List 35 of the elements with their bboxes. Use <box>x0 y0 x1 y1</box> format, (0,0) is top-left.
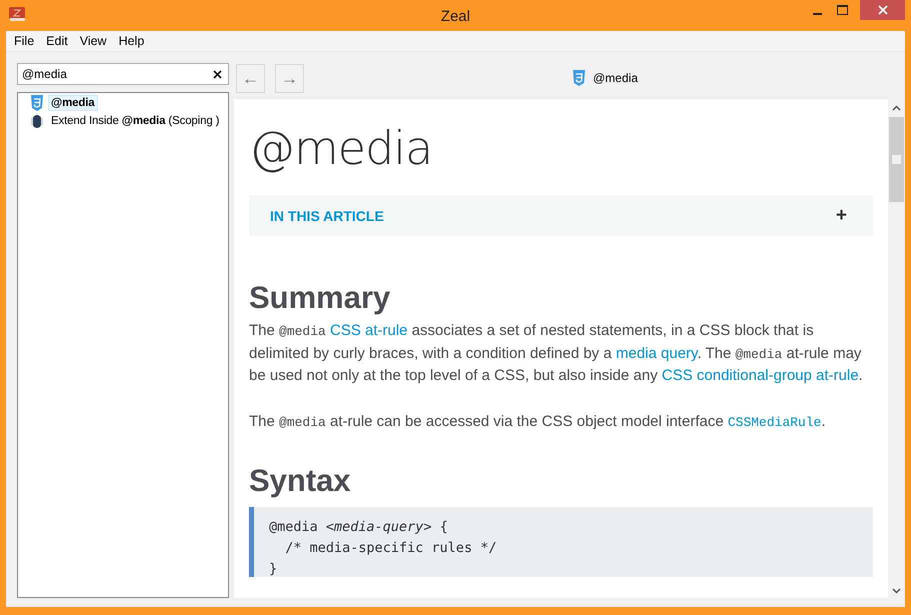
code-line: /* media-specific rules */ <box>284 539 498 558</box>
scroll-thumb[interactable] <box>889 117 904 202</box>
search-field[interactable]: @media <box>17 63 229 85</box>
menu-item[interactable]: Edit <box>40 34 74 48</box>
section-heading: Summary <box>249 280 392 316</box>
window-title: Zeal <box>440 8 472 25</box>
maximize-icon <box>837 5 849 15</box>
paragraph: The @media CSS at-rule associates a set of nested statements, in a CSS block that is delimited by curly braces, with a condition defined by a media query. The @media at-rule may be used not only at the top level of a CSS, but also inside any CSS conditional-group at-rule. <box>249 321 864 386</box>
book-icon <box>8 6 26 22</box>
close-button[interactable] <box>860 0 905 20</box>
minimize-icon <box>812 13 822 15</box>
back-button[interactable]: ← <box>236 64 265 93</box>
code-line: @media <media-query> { <box>269 518 449 537</box>
clear-icon[interactable] <box>213 70 222 79</box>
result-item[interactable]: Extend Inside @media (Scoping ) <box>48 113 222 129</box>
grip-icon <box>892 155 901 164</box>
chevron-up-icon[interactable] <box>892 105 901 111</box>
beetle-icon <box>30 113 44 129</box>
section-heading: Syntax <box>249 463 352 499</box>
close-icon <box>878 5 888 15</box>
expand-toggle[interactable]: + <box>836 204 847 226</box>
menu-item[interactable]: File <box>8 34 40 48</box>
result-item[interactable]: @media <box>48 95 98 111</box>
paragraph: The @media at-rule can be accessed via the CSS object model interface CSSMediaRule. <box>249 412 827 432</box>
chevron-down-icon[interactable] <box>892 588 901 594</box>
css-shield-icon <box>30 95 44 111</box>
code-line: } <box>269 560 278 579</box>
forward-button[interactable]: → <box>275 64 304 93</box>
menu-item[interactable]: View <box>74 34 113 48</box>
menu-item[interactable]: Help <box>112 34 150 48</box>
toc-label: IN THIS ARTICLE <box>270 208 384 224</box>
page-title: @media <box>249 121 434 175</box>
article-toc-bar[interactable]: IN THIS ARTICLE + <box>249 195 873 236</box>
breadcrumb[interactable]: @media <box>593 71 638 85</box>
css-shield-icon <box>572 70 586 86</box>
